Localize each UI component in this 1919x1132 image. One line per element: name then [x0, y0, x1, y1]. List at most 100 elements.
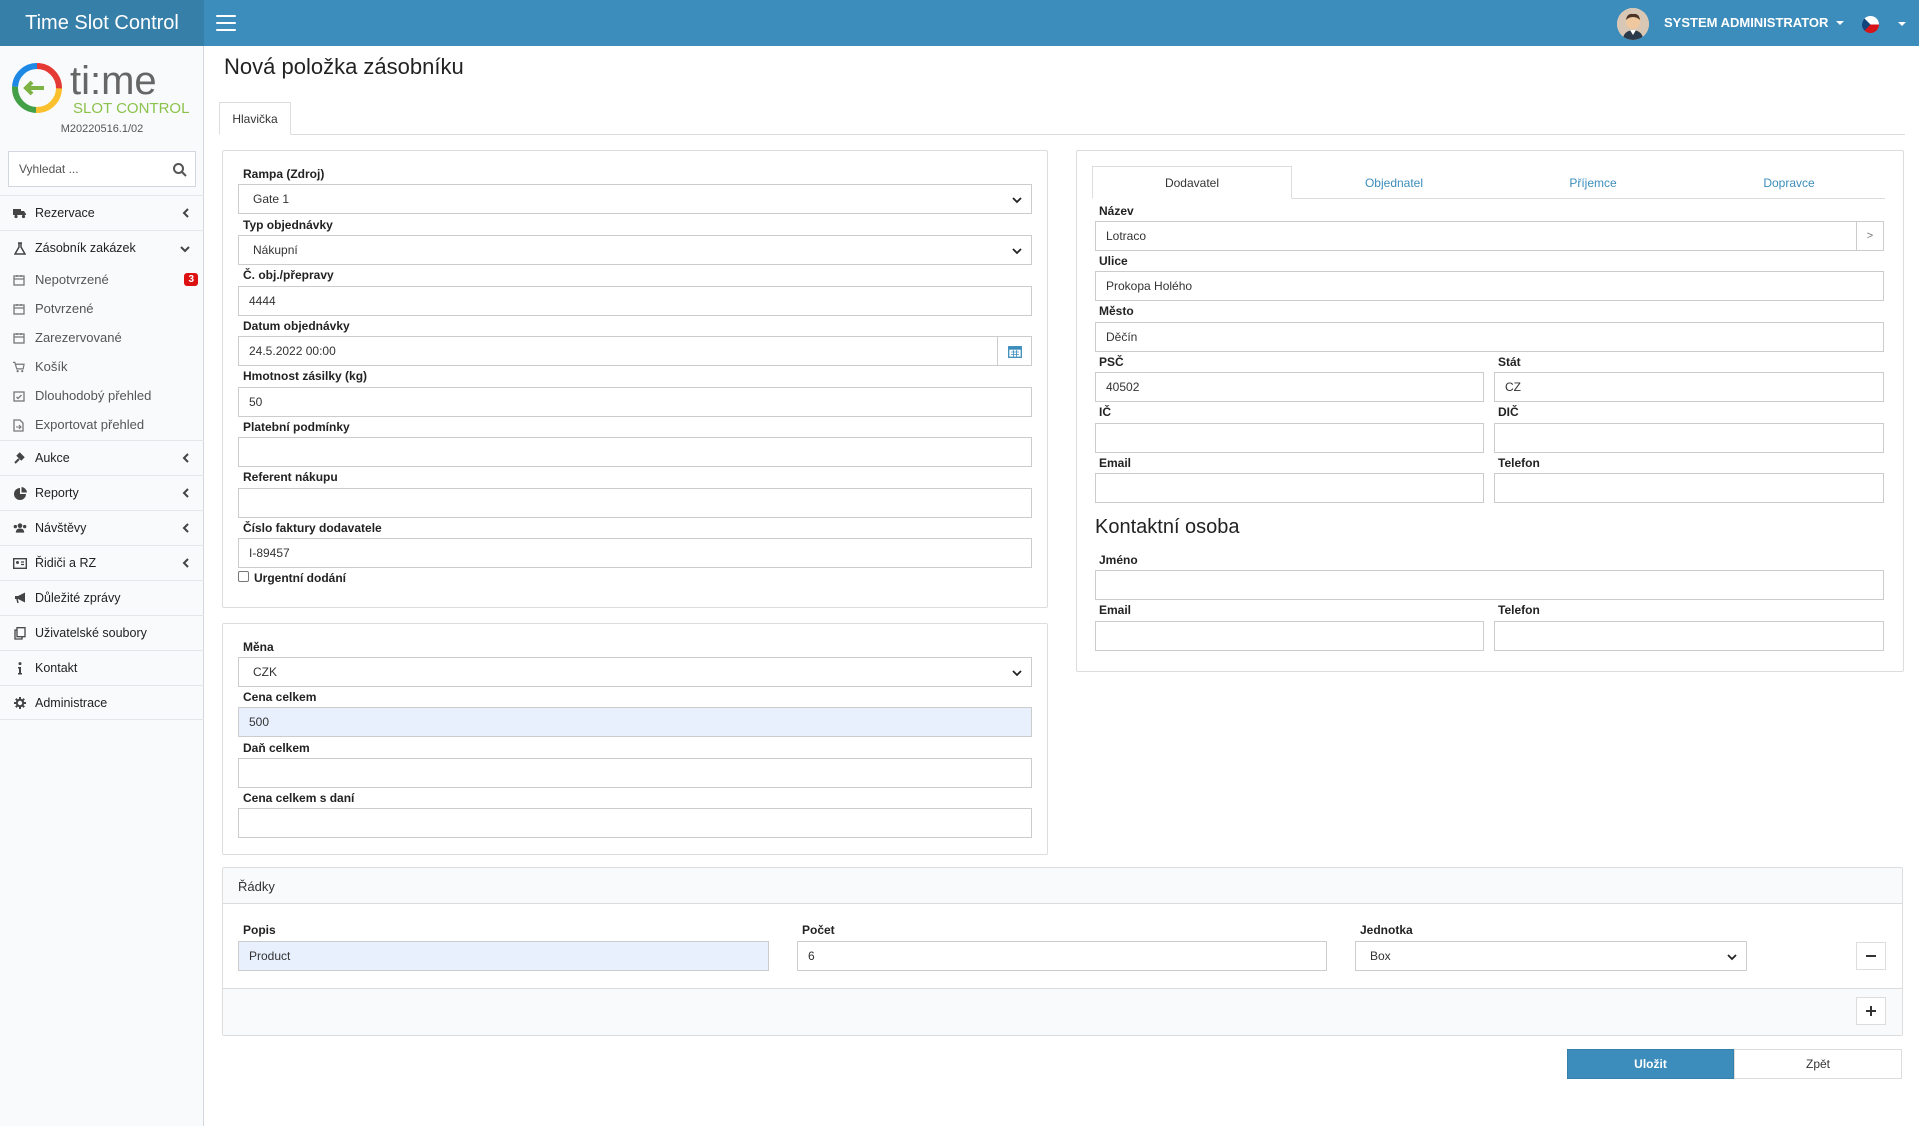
sidebar-subitem-export[interactable]: Exportovat přehled [0, 410, 204, 439]
contact-jmeno-label: Jméno [1099, 553, 1138, 567]
info-icon [13, 661, 27, 675]
typ-label: Typ objednávky [243, 218, 333, 232]
platebni-input[interactable] [238, 437, 1032, 467]
sidebar-item-label: Administrace [35, 695, 108, 710]
dic-input[interactable] [1494, 423, 1884, 453]
nazev-input[interactable]: Lotraco [1095, 221, 1857, 251]
line-pocet-input[interactable]: 6 [797, 941, 1327, 971]
sidebar-subitem-kosik[interactable]: Košík [0, 352, 204, 381]
sidebar-item-label: Potvrzené [35, 301, 94, 316]
copy-icon [13, 626, 27, 640]
tab-objednatel[interactable]: Objednatel [1294, 166, 1494, 199]
cena-label: Cena celkem [243, 690, 317, 704]
sidebar-subitem-zarezervovane[interactable]: Zarezervované [0, 323, 204, 352]
ic-input[interactable] [1095, 423, 1484, 453]
typ-select[interactable]: Nákupní [238, 235, 1032, 265]
chevron-down-icon [1727, 954, 1737, 961]
svg-text:SLOT CONTROL: SLOT CONTROL [73, 100, 189, 117]
tab-prijemce[interactable]: Příjemce [1494, 166, 1692, 199]
cena-dan-input[interactable] [238, 808, 1032, 838]
sidebar-item-zpravy[interactable]: Důležité zprávy [0, 580, 204, 615]
remove-line-button[interactable] [1856, 942, 1886, 970]
app-version: M20220516.1/02 [60, 123, 144, 135]
email-input[interactable] [1095, 473, 1484, 503]
typ-value: Nákupní [253, 243, 298, 257]
sidebar-item-aukce[interactable]: Aukce [0, 440, 204, 475]
dic-label: DIČ [1498, 405, 1519, 419]
cislo-label: Č. obj./přepravy [243, 268, 334, 282]
referent-input[interactable] [238, 488, 1032, 518]
chevron-left-icon [182, 453, 189, 463]
bullhorn-icon [13, 591, 27, 605]
back-button[interactable]: Zpět [1734, 1049, 1902, 1079]
jednotka-value: Box [1370, 949, 1391, 963]
contact-telefon-label: Telefon [1498, 603, 1540, 617]
ulice-input[interactable]: Prokopa Holého [1095, 271, 1884, 301]
hmotnost-input[interactable]: 50 [238, 387, 1032, 417]
sidebar-item-label: Kontakt [35, 661, 78, 675]
calendar-check-icon [13, 390, 25, 402]
rampa-label: Rampa (Zdroj) [243, 167, 325, 181]
user-menu[interactable]: SYSTEM ADMINISTRATOR [1664, 0, 1845, 46]
user-avatar[interactable] [1617, 8, 1649, 40]
sidebar-item-reporty[interactable]: Reporty [0, 475, 204, 510]
sidebar-item-soubory[interactable]: Uživatelské soubory [0, 615, 204, 650]
search-input[interactable] [19, 161, 159, 177]
app-title[interactable]: Time Slot Control [0, 0, 204, 46]
sidebar-subitem-nepotvrzene[interactable]: Nepotvrzené 3 [0, 265, 204, 294]
dan-input[interactable] [238, 758, 1032, 788]
sidebar-item-label: Nepotvrzené [35, 272, 109, 287]
stat-input[interactable]: CZ [1494, 372, 1884, 402]
contact-telefon-input[interactable] [1494, 621, 1884, 651]
contact-jmeno-input[interactable] [1095, 570, 1884, 600]
czech-flag-icon[interactable] [1862, 16, 1879, 33]
calendar-button[interactable] [997, 336, 1032, 366]
sidebar-subitem-dlouhodoby[interactable]: Dlouhodobý přehled [0, 381, 204, 410]
email-label: Email [1099, 456, 1132, 470]
sidebar-item-zasobnik[interactable]: Zásobník zakázek [0, 230, 204, 265]
mena-label: Měna [243, 640, 274, 654]
line-jednotka-select[interactable]: Box [1355, 941, 1747, 971]
rampa-select[interactable]: Gate 1 [238, 184, 1032, 214]
sidebar-search [8, 151, 196, 187]
menu-toggle-icon[interactable] [214, 12, 238, 34]
stat-label: Stát [1498, 355, 1521, 369]
logo: ti:me SLOT CONTROL [10, 52, 196, 122]
sidebar-item-rezervace[interactable]: Rezervace [0, 195, 204, 230]
sidebar-item-administrace[interactable]: Administrace [0, 685, 204, 720]
lines-header [223, 868, 1902, 904]
calendar-icon [13, 274, 25, 286]
datum-input[interactable]: 24.5.2022 00:00 [238, 336, 998, 366]
cislo-input[interactable]: 4444 [238, 286, 1032, 316]
cena-input[interactable]: 500 [238, 707, 1032, 737]
ic-label: IČ [1099, 405, 1111, 419]
mena-select[interactable]: CZK [238, 657, 1032, 687]
language-caret-icon[interactable] [1898, 22, 1906, 26]
telefon-input[interactable] [1494, 473, 1884, 503]
sidebar-item-ridici[interactable]: Řidiči a RZ [0, 545, 204, 580]
flask-icon [13, 241, 27, 255]
hmotnost-label: Hmotnost zásilky (kg) [243, 369, 368, 383]
sidebar-subitem-potvrzene[interactable]: Potvrzené [0, 294, 204, 323]
urgent-checkbox[interactable] [238, 571, 249, 582]
tab-dodavatel[interactable]: Dodavatel [1092, 166, 1292, 199]
mesto-input[interactable]: Děčín [1095, 322, 1884, 352]
sidebar-item-navstevy[interactable]: Návštěvy [0, 510, 204, 545]
search-icon[interactable] [172, 162, 188, 178]
nazev-label: Název [1099, 204, 1134, 218]
lines-title: Řádky [238, 879, 275, 894]
line-popis-input[interactable]: Product [238, 941, 769, 971]
tab-hlavicka[interactable]: Hlavička [219, 102, 291, 135]
lines-footer [223, 988, 1902, 1035]
sidebar-item-kontakt[interactable]: Kontakt [0, 650, 204, 685]
tab-dopravce[interactable]: Dopravce [1692, 166, 1886, 199]
chevron-down-icon [1012, 670, 1022, 677]
sidebar-item-label: Návštěvy [35, 521, 87, 535]
psc-input[interactable]: 40502 [1095, 372, 1484, 402]
add-line-button[interactable] [1856, 997, 1886, 1025]
faktura-input[interactable]: I-89457 [238, 538, 1032, 568]
nazev-lookup-button[interactable]: > [1856, 221, 1884, 251]
cart-icon [13, 361, 25, 373]
save-button[interactable]: Uložit [1567, 1049, 1734, 1079]
contact-email-input[interactable] [1095, 621, 1484, 651]
